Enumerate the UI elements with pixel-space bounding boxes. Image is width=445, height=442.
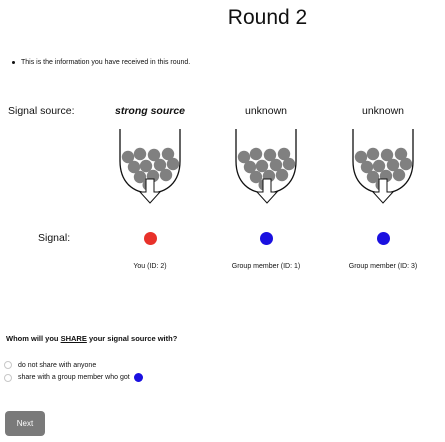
blue-dot-icon xyxy=(133,373,143,382)
radio-button[interactable] xyxy=(4,361,12,369)
question-prefix: Whom will you xyxy=(6,334,61,343)
option-label: share with a group member who got xyxy=(18,374,130,381)
signal-dot-blue xyxy=(260,232,273,245)
info-list-item: This is the information you have receive… xyxy=(12,59,190,66)
page-title: Round 2 xyxy=(227,6,308,29)
down-arrow-icon xyxy=(256,178,278,204)
down-arrow-icon xyxy=(372,178,394,204)
info-text: This is the information you have receive… xyxy=(21,59,191,66)
column-source-you: strong source xyxy=(114,105,185,117)
option-label: do not share with anyone xyxy=(18,361,97,369)
signal-label: Signal: xyxy=(38,232,71,244)
down-arrow-icon xyxy=(139,178,161,204)
option-share-blue[interactable]: share with a group member who got xyxy=(4,373,143,382)
signal-source-label: Signal source: xyxy=(8,105,75,117)
bullet-icon xyxy=(12,60,15,64)
column-source-member-3: unknown xyxy=(361,105,405,117)
member-label-you: You (ID: 2) xyxy=(133,263,167,270)
radio-button[interactable] xyxy=(4,373,12,382)
share-question: Whom will you SHARE your signal source w… xyxy=(6,334,177,343)
signal-dot-blue xyxy=(377,232,390,245)
question-emphasis: SHARE xyxy=(60,334,87,343)
column-source-member-1: unknown xyxy=(244,105,288,117)
member-label-1: Group member (ID: 1) xyxy=(231,263,301,270)
option-do-not-share[interactable]: do not share with anyone xyxy=(4,361,96,369)
next-button[interactable]: Next xyxy=(5,411,45,436)
question-suffix: your signal source with? xyxy=(86,334,178,343)
member-label-3: Group member (ID: 3) xyxy=(348,263,418,270)
signal-dot-red xyxy=(144,232,157,245)
